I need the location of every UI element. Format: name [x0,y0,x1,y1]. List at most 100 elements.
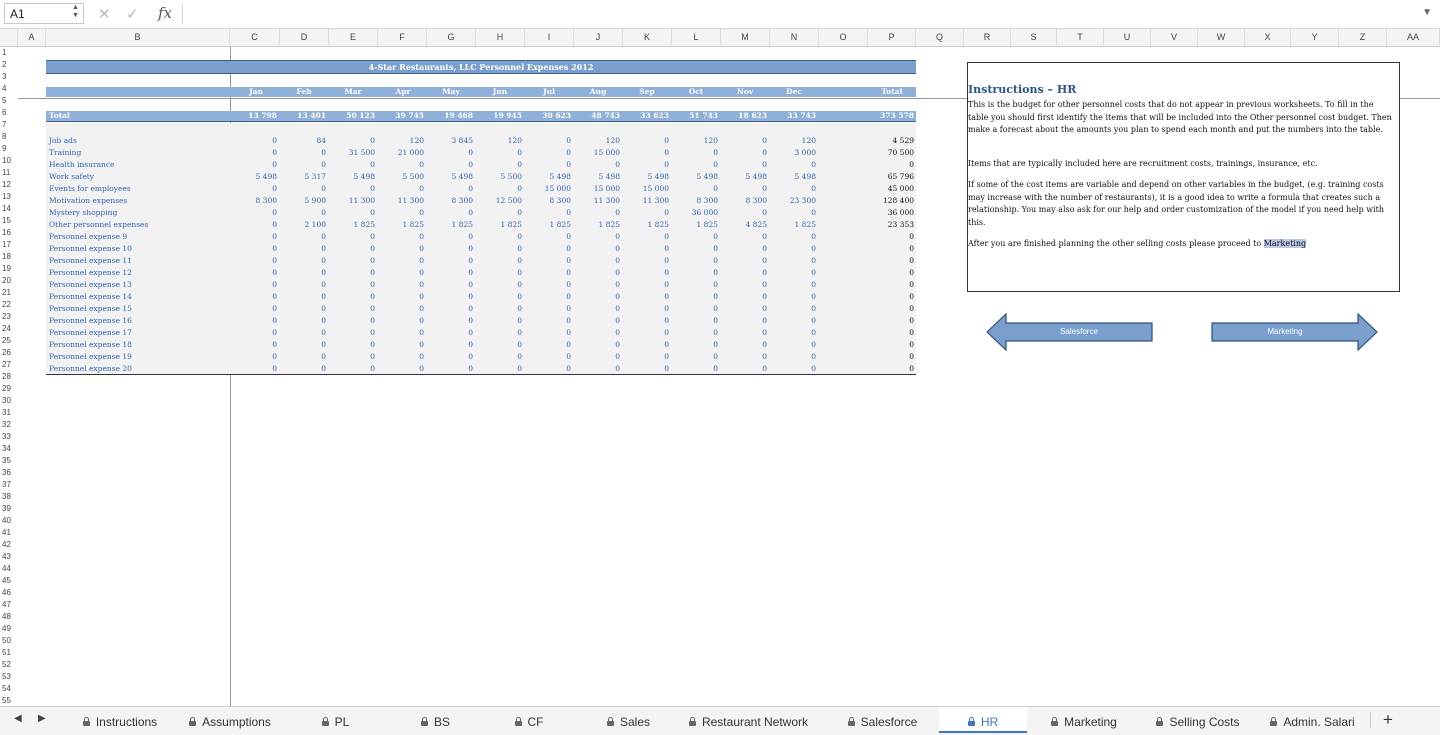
column-header-d[interactable]: D [280,29,329,46]
item-label[interactable]: Personnel expense 18 [49,339,132,351]
select-all-corner[interactable] [0,29,18,46]
row-header-1[interactable]: 1 [0,47,17,59]
item-value-cell[interactable]: 0 [476,315,522,327]
row-header-41[interactable]: 41 [0,527,17,539]
column-header-g[interactable]: G [427,29,476,46]
item-value-cell[interactable]: 0 [525,351,571,363]
item-value-cell[interactable]: 0 [280,243,326,255]
item-value-cell[interactable]: 0 [525,291,571,303]
item-value-cell[interactable]: 0 [378,243,424,255]
item-value-cell[interactable]: 0 [231,339,277,351]
tab-pl[interactable]: PL [282,707,389,733]
item-value-cell[interactable]: 2 100 [280,219,326,231]
item-value-cell[interactable]: 0 [770,327,816,339]
row-header-21[interactable]: 21 [0,287,17,299]
row-header-54[interactable]: 54 [0,683,17,695]
item-total-cell[interactable]: 0 [864,279,914,291]
item-value-cell[interactable]: 0 [525,267,571,279]
item-value-cell[interactable]: 0 [378,351,424,363]
item-value-cell[interactable]: 15 000 [574,147,620,159]
column-header-n[interactable]: N [770,29,819,46]
item-value-cell[interactable]: 0 [721,267,767,279]
row-header-32[interactable]: 32 [0,419,17,431]
item-value-cell[interactable]: 0 [427,303,473,315]
row-header-8[interactable]: 8 [0,131,17,143]
item-value-cell[interactable]: 0 [329,135,375,147]
item-value-cell[interactable]: 0 [672,183,718,195]
row-header-50[interactable]: 50 [0,635,17,647]
item-value-cell[interactable]: 0 [770,339,816,351]
month-header-sep[interactable]: Sep [625,87,669,97]
column-header-h[interactable]: H [476,29,525,46]
item-total-cell[interactable]: 128 400 [864,195,914,207]
row-header-34[interactable]: 34 [0,443,17,455]
item-value-cell[interactable]: 0 [280,183,326,195]
total-value-nov[interactable]: 18 623 [721,111,767,121]
row-header-46[interactable]: 46 [0,587,17,599]
row-header-6[interactable]: 6 [0,107,17,119]
item-value-cell[interactable]: 0 [525,159,571,171]
month-header-jul[interactable]: Jul [527,87,571,97]
item-value-cell[interactable]: 0 [623,315,669,327]
tab-salesforce[interactable]: Salesforce [826,707,939,733]
item-value-cell[interactable]: 0 [476,147,522,159]
tab-admin-salari[interactable]: Admin. Salari [1255,707,1370,733]
column-header-j[interactable]: J [574,29,623,46]
item-value-cell[interactable]: 15 000 [574,183,620,195]
item-total-cell[interactable]: 0 [864,267,914,279]
item-label[interactable]: Personnel expense 20 [49,363,132,375]
item-value-cell[interactable]: 5 900 [280,195,326,207]
row-header-31[interactable]: 31 [0,407,17,419]
item-value-cell[interactable]: 0 [574,159,620,171]
item-value-cell[interactable]: 1 825 [378,219,424,231]
name-box-stepper-icon[interactable]: ▲ ▼ [72,4,79,20]
item-value-cell[interactable]: 0 [280,267,326,279]
fx-icon[interactable]: fx [158,4,172,22]
total-row-label[interactable]: Total [49,111,70,121]
total-value-jul[interactable]: 30 623 [525,111,571,121]
total-value-oct[interactable]: 51 743 [672,111,718,121]
item-value-cell[interactable]: 0 [378,231,424,243]
tab-scroll-right-icon[interactable]: ▶ [38,713,46,724]
column-header-z[interactable]: Z [1339,29,1387,46]
item-value-cell[interactable]: 0 [329,315,375,327]
item-value-cell[interactable]: 0 [378,279,424,291]
item-value-cell[interactable]: 1 825 [476,219,522,231]
item-value-cell[interactable]: 0 [231,351,277,363]
item-value-cell[interactable]: 0 [476,159,522,171]
item-value-cell[interactable]: 0 [672,231,718,243]
item-value-cell[interactable]: 11 300 [329,195,375,207]
expand-formula-icon[interactable]: ▼ [1422,7,1432,18]
item-value-cell[interactable]: 0 [721,207,767,219]
item-label[interactable]: Personnel expense 12 [49,267,132,279]
item-value-cell[interactable]: 0 [231,183,277,195]
item-label[interactable]: Personnel expense 11 [49,255,132,267]
item-value-cell[interactable]: 0 [672,339,718,351]
item-value-cell[interactable]: 0 [770,303,816,315]
row-header-35[interactable]: 35 [0,455,17,467]
item-value-cell[interactable]: 11 300 [574,195,620,207]
row-header-36[interactable]: 36 [0,467,17,479]
month-header-apr[interactable]: Apr [381,87,425,97]
item-label[interactable]: Personnel expense 9 [49,231,127,243]
month-header-mar[interactable]: Mar [331,87,375,97]
item-value-cell[interactable]: 0 [329,267,375,279]
item-value-cell[interactable]: 1 825 [770,219,816,231]
month-header-aug[interactable]: Aug [576,87,620,97]
item-value-cell[interactable]: 0 [672,279,718,291]
row-header-26[interactable]: 26 [0,347,17,359]
item-value-cell[interactable]: 0 [231,363,277,375]
item-value-cell[interactable]: 0 [378,207,424,219]
item-value-cell[interactable]: 0 [721,351,767,363]
row-header-15[interactable]: 15 [0,215,17,227]
item-value-cell[interactable]: 0 [721,243,767,255]
item-value-cell[interactable]: 0 [721,255,767,267]
item-value-cell[interactable]: 0 [623,303,669,315]
item-value-cell[interactable]: 0 [623,243,669,255]
item-value-cell[interactable]: 0 [476,327,522,339]
item-value-cell[interactable]: 0 [525,327,571,339]
row-header-49[interactable]: 49 [0,623,17,635]
item-value-cell[interactable]: 5 498 [427,171,473,183]
item-value-cell[interactable]: 5 498 [574,171,620,183]
column-header-e[interactable]: E [329,29,378,46]
